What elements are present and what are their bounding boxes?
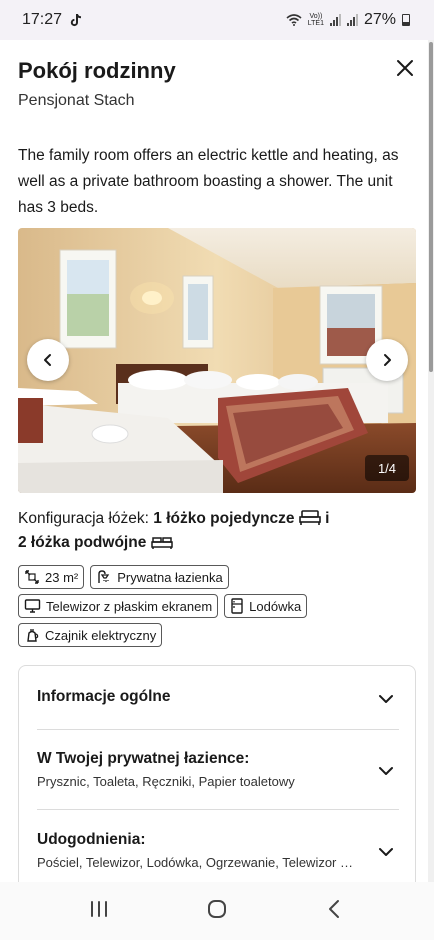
next-photo-button[interactable] bbox=[366, 339, 408, 381]
bed-configuration: Konfiguracja łóżek: 1 łóżko pojedyncze i… bbox=[18, 507, 418, 555]
bed-connector: i bbox=[325, 510, 330, 527]
amenity-chip: Prywatna łazienka bbox=[90, 565, 229, 589]
photo-counter: 1/4 bbox=[365, 455, 409, 481]
kettle-icon bbox=[27, 629, 39, 642]
chevron-down-icon bbox=[379, 695, 393, 703]
double-bed-icon bbox=[150, 537, 173, 549]
chevron-right-icon bbox=[384, 354, 391, 366]
section-title: W Twojej prywatnej łazience: bbox=[37, 750, 250, 767]
page-title: Pokój rodzinny bbox=[18, 58, 176, 83]
signal-icon-2 bbox=[346, 14, 358, 26]
property-name: Pensjonat Stach bbox=[18, 92, 135, 109]
previous-photo-button[interactable] bbox=[27, 339, 69, 381]
bed-config-label: Konfiguracja łóżek: bbox=[18, 510, 149, 527]
room-size-icon bbox=[25, 570, 39, 584]
status-time: 17:27 bbox=[22, 11, 63, 28]
section-summary: Pościel, Telewizor, Lodówka, Ogrzewanie,… bbox=[37, 855, 357, 870]
section-general-info[interactable]: Informacje ogólne bbox=[37, 688, 399, 712]
shower-icon bbox=[98, 570, 110, 583]
single-bed-text: 1 łóżko pojedyncze bbox=[153, 510, 295, 527]
divider bbox=[37, 729, 399, 730]
wifi-icon bbox=[286, 14, 302, 26]
close-button[interactable] bbox=[392, 55, 418, 81]
recents-button[interactable] bbox=[88, 899, 110, 924]
tiktok-icon bbox=[70, 13, 82, 27]
chevron-down-icon bbox=[379, 848, 393, 856]
section-private-bathroom[interactable]: W Twojej prywatnej łazience: Prysznic, T… bbox=[37, 750, 399, 794]
section-title: Udogodnienia: bbox=[37, 831, 146, 848]
home-button[interactable] bbox=[206, 899, 228, 924]
room-photo-image bbox=[18, 228, 416, 493]
amenity-list: 23 m² Prywatna łazienka Telewizor z płas… bbox=[18, 565, 418, 652]
back-button[interactable] bbox=[324, 899, 346, 924]
section-summary: Prysznic, Toaleta, Ręczniki, Papier toal… bbox=[37, 774, 295, 789]
amenity-chip: Lodówka bbox=[224, 594, 308, 618]
tv-icon bbox=[24, 599, 41, 613]
close-icon bbox=[397, 60, 413, 76]
scrollbar-thumb[interactable] bbox=[429, 42, 433, 372]
home-icon bbox=[208, 899, 226, 918]
chevron-down-icon bbox=[379, 767, 393, 775]
amenity-chip: Czajnik elektryczny bbox=[18, 623, 163, 647]
fridge-icon bbox=[231, 598, 243, 614]
battery-percent: 27% bbox=[363, 11, 396, 28]
room-info-accordion: Informacje ogólne W Twojej prywatnej łaz… bbox=[18, 665, 416, 895]
recents-icon bbox=[91, 900, 107, 917]
amenity-chip: Telewizor z płaskim ekranem bbox=[18, 594, 219, 618]
divider bbox=[37, 809, 399, 810]
double-bed-text: 2 łóżka podwójne bbox=[18, 534, 147, 551]
single-bed-icon bbox=[299, 510, 321, 525]
room-photo[interactable] bbox=[18, 228, 416, 493]
back-icon bbox=[329, 899, 339, 918]
amenity-chip: 23 m² bbox=[18, 565, 85, 589]
signal-icon bbox=[329, 14, 341, 26]
chevron-left-icon bbox=[44, 354, 51, 366]
room-description: The family room offers an electric kettl… bbox=[18, 147, 399, 216]
section-amenities[interactable]: Udogodnienia: Pościel, Telewizor, Lodówk… bbox=[37, 831, 399, 875]
system-navigation-bar bbox=[0, 882, 434, 940]
battery-icon bbox=[402, 14, 410, 26]
volte-indicator: Vo)) LTE1 bbox=[307, 13, 324, 27]
section-title: Informacje ogólne bbox=[37, 688, 171, 705]
status-bar: 17:27 Vo)) LTE1 27% bbox=[0, 0, 434, 40]
